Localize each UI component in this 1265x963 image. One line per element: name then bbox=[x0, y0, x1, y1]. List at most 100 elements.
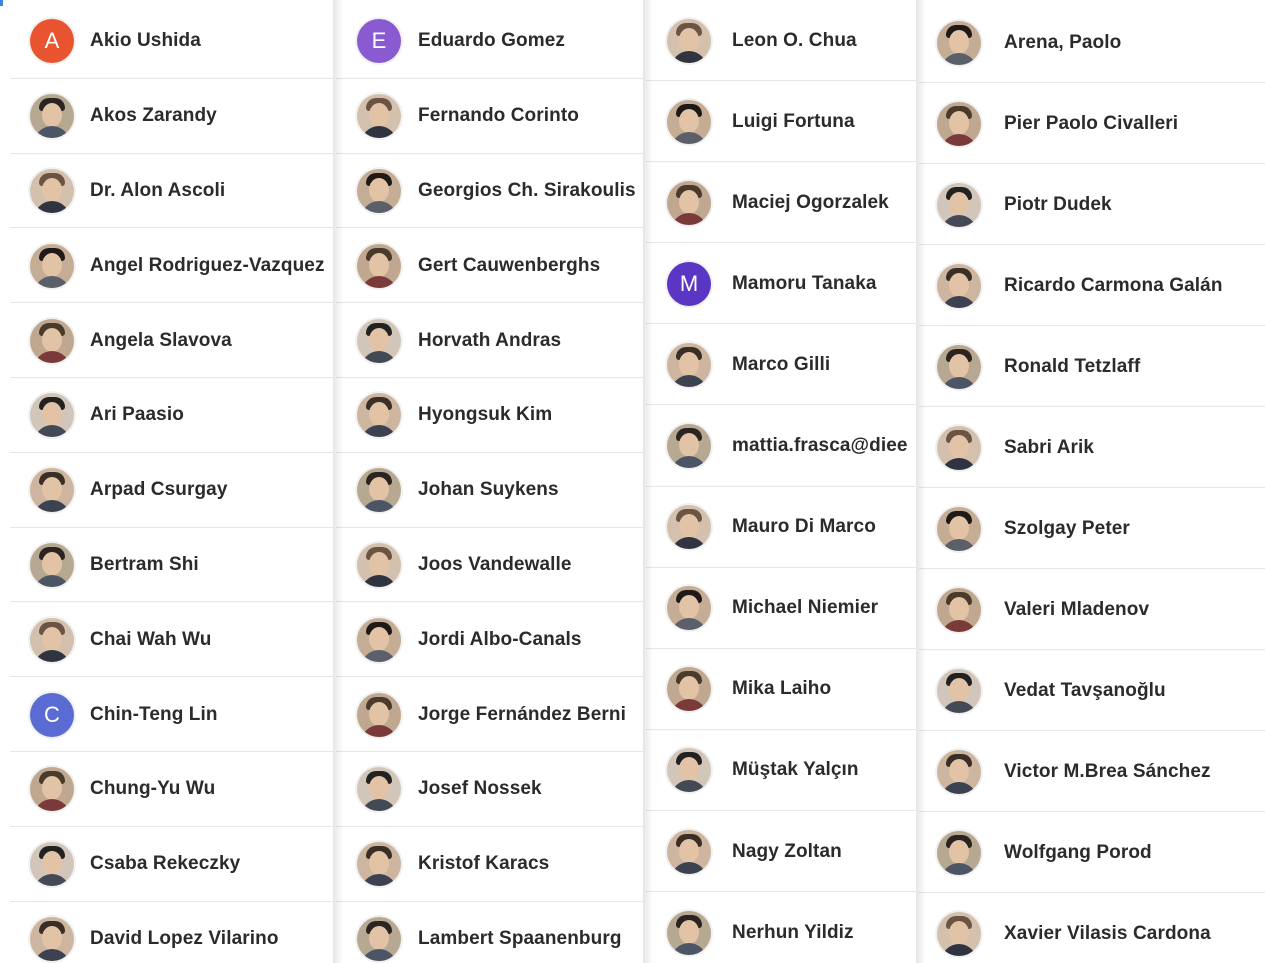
contact-list-item[interactable]: Wolfgang Porod bbox=[919, 812, 1265, 893]
contact-list-item[interactable]: Marco Gilli bbox=[646, 324, 916, 406]
contact-list-item[interactable]: Mauro Di Marco bbox=[646, 487, 916, 568]
avatar-photo bbox=[357, 318, 401, 363]
avatar-photo bbox=[937, 506, 981, 551]
contact-name: Vedat Tavşanoğlu bbox=[1004, 679, 1166, 701]
contact-list-item[interactable]: Piotr Dudek bbox=[919, 164, 1265, 245]
contact-list-item[interactable]: Fernando Corinto bbox=[336, 79, 643, 154]
contact-name: Chin-Teng Lin bbox=[90, 703, 218, 725]
contact-list-item[interactable]: Georgios Ch. Sirakoulis bbox=[336, 154, 643, 229]
contact-list-item[interactable]: Xavier Vilasis Cardona bbox=[919, 893, 1265, 963]
contact-list-item[interactable]: mattia.frasca@diee bbox=[646, 406, 916, 487]
contact-list-item[interactable]: Kristof Karacs bbox=[336, 827, 643, 902]
contact-name: Müştak Yalçın bbox=[732, 759, 859, 781]
contact-list-item[interactable]: Hyongsuk Kim bbox=[336, 378, 643, 453]
avatar-face-shape bbox=[42, 327, 62, 352]
avatar-letter: E bbox=[357, 19, 401, 64]
contact-name: Michael Niemier bbox=[732, 597, 879, 619]
contact-list-item[interactable]: A Akio Ushida bbox=[10, 4, 333, 79]
contact-list-item[interactable]: Johan Suykens bbox=[336, 453, 643, 528]
contact-list-item[interactable]: Chung-Yu Wu bbox=[10, 752, 333, 827]
contact-name: Csaba Rekeczky bbox=[90, 853, 241, 875]
contact-list-item[interactable]: Joos Vandewalle bbox=[336, 528, 643, 603]
contact-list-item[interactable]: Michael Niemier bbox=[646, 568, 916, 649]
contact-name: Xavier Vilasis Cardona bbox=[1004, 922, 1211, 944]
contact-list-item[interactable]: Nagy Zoltan bbox=[646, 811, 916, 893]
contact-list-item[interactable]: Ari Paasio bbox=[10, 378, 333, 453]
contact-list-item[interactable]: Lambert Spaanenburg bbox=[336, 902, 643, 963]
contact-name: Mamoru Tanaka bbox=[732, 272, 877, 294]
contact-column-3: Leon O. Chua Luigi Fortuna Maciej Ogorzale… bbox=[646, 0, 916, 963]
avatar-face-shape bbox=[369, 402, 389, 427]
avatar-face-shape bbox=[679, 108, 699, 133]
contact-name: Chung-Yu Wu bbox=[90, 778, 216, 800]
contact-list-item[interactable]: Josef Nossek bbox=[336, 752, 643, 827]
contact-list-item[interactable]: Arpad Csurgay bbox=[10, 453, 333, 528]
avatar-face-shape bbox=[369, 551, 389, 576]
contact-name: Sabri Arik bbox=[1004, 436, 1095, 458]
avatar-photo bbox=[667, 99, 711, 144]
avatar-body-shape bbox=[34, 350, 70, 363]
avatar-photo bbox=[357, 168, 401, 213]
avatar-face-shape bbox=[679, 757, 699, 782]
avatar-photo bbox=[357, 468, 401, 513]
avatar-body-shape bbox=[34, 874, 70, 887]
avatar-face-shape bbox=[679, 838, 699, 863]
contact-list-item[interactable]: Bertram Shi bbox=[10, 528, 333, 603]
contact-list-item[interactable]: Victor M.Brea Sánchez bbox=[919, 731, 1265, 812]
avatar-body-shape bbox=[671, 618, 707, 631]
contact-column-2: E Eduardo Gomez Fernando Corinto Georgios C… bbox=[336, 0, 643, 963]
avatar-photo bbox=[357, 692, 401, 737]
contact-list-item[interactable]: David Lopez Vilarino bbox=[10, 902, 333, 963]
contact-list-item[interactable]: Maciej Ogorzalek bbox=[646, 162, 916, 244]
contact-list-item[interactable]: E Eduardo Gomez bbox=[336, 4, 643, 79]
contact-list-item[interactable]: Jorge Fernández Berni bbox=[336, 677, 643, 752]
contact-list-item[interactable]: Sabri Arik bbox=[919, 407, 1265, 488]
contact-list-item[interactable]: Horvath Andras bbox=[336, 303, 643, 378]
contact-column-4: Arena, Paolo Pier Paolo Civalleri Piotr Du… bbox=[919, 0, 1265, 963]
contact-list-item[interactable]: Pier Paolo Civalleri bbox=[919, 83, 1265, 164]
contact-list-item[interactable]: Vedat Tavşanoğlu bbox=[919, 650, 1265, 731]
avatar-face-shape bbox=[949, 191, 969, 216]
contact-name: Chai Wah Wu bbox=[90, 628, 212, 650]
contact-name: Georgios Ch. Sirakoulis bbox=[418, 179, 636, 201]
contact-name: Arpad Csurgay bbox=[90, 479, 228, 501]
contact-list-item[interactable]: M Mamoru Tanaka bbox=[646, 243, 916, 325]
avatar-face-shape bbox=[679, 595, 699, 620]
contact-list-item[interactable]: Angel Rodriguez-Vazquez bbox=[10, 228, 333, 304]
contact-list-item[interactable]: Leon O. Chua bbox=[646, 0, 916, 82]
window-corner-marker bbox=[0, 0, 3, 6]
avatar-face-shape bbox=[42, 551, 62, 576]
contact-list-item[interactable]: Chai Wah Wu bbox=[10, 602, 333, 678]
contact-list-item[interactable]: Müştak Yalçın bbox=[646, 730, 916, 811]
avatar-body-shape bbox=[671, 780, 707, 793]
contact-name: Horvath Andras bbox=[418, 329, 562, 351]
avatar-body-shape bbox=[361, 874, 397, 887]
contact-list-item[interactable]: Valeri Mladenov bbox=[919, 569, 1265, 650]
contact-name: David Lopez Vilarino bbox=[90, 927, 279, 949]
contact-list-item[interactable]: Jordi Albo-Canals bbox=[336, 602, 643, 678]
avatar-photo bbox=[667, 667, 711, 712]
contact-list-item[interactable]: Mika Laiho bbox=[646, 649, 916, 730]
avatar-photo bbox=[667, 910, 711, 955]
contact-name: Nagy Zoltan bbox=[732, 840, 842, 862]
contact-column-1: A Akio Ushida Akos Zarandy Dr. Alon Ascoli A… bbox=[10, 0, 333, 963]
contact-list-item[interactable]: Dr. Alon Ascoli bbox=[10, 154, 333, 229]
contact-list-item[interactable]: Akos Zarandy bbox=[10, 79, 333, 154]
avatar-body-shape bbox=[941, 619, 977, 632]
contact-list-item[interactable]: Csaba Rekeczky bbox=[10, 827, 333, 902]
contact-list-item[interactable]: Angela Slavova bbox=[10, 303, 333, 378]
avatar-face-shape bbox=[42, 477, 62, 502]
contact-name: Victor M.Brea Sánchez bbox=[1004, 760, 1211, 782]
avatar-face-shape bbox=[949, 515, 969, 540]
contact-list-item[interactable]: Luigi Fortuna bbox=[646, 81, 916, 163]
contact-list-item[interactable]: Ronald Tetzlaff bbox=[919, 326, 1265, 407]
avatar-face-shape bbox=[369, 103, 389, 128]
avatar-body-shape bbox=[34, 649, 70, 662]
avatar-face-shape bbox=[679, 676, 699, 701]
contact-list-item[interactable]: Gert Cauwenberghs bbox=[336, 228, 643, 304]
contact-list-item[interactable]: C Chin-Teng Lin bbox=[10, 677, 333, 752]
contact-list-item[interactable]: Szolgay Peter bbox=[919, 488, 1265, 569]
contact-list-item[interactable]: Arena, Paolo bbox=[919, 2, 1265, 83]
contact-list-item[interactable]: Ricardo Carmona Galán bbox=[919, 245, 1265, 326]
contact-list-item[interactable]: Nerhun Yildiz bbox=[646, 892, 916, 963]
